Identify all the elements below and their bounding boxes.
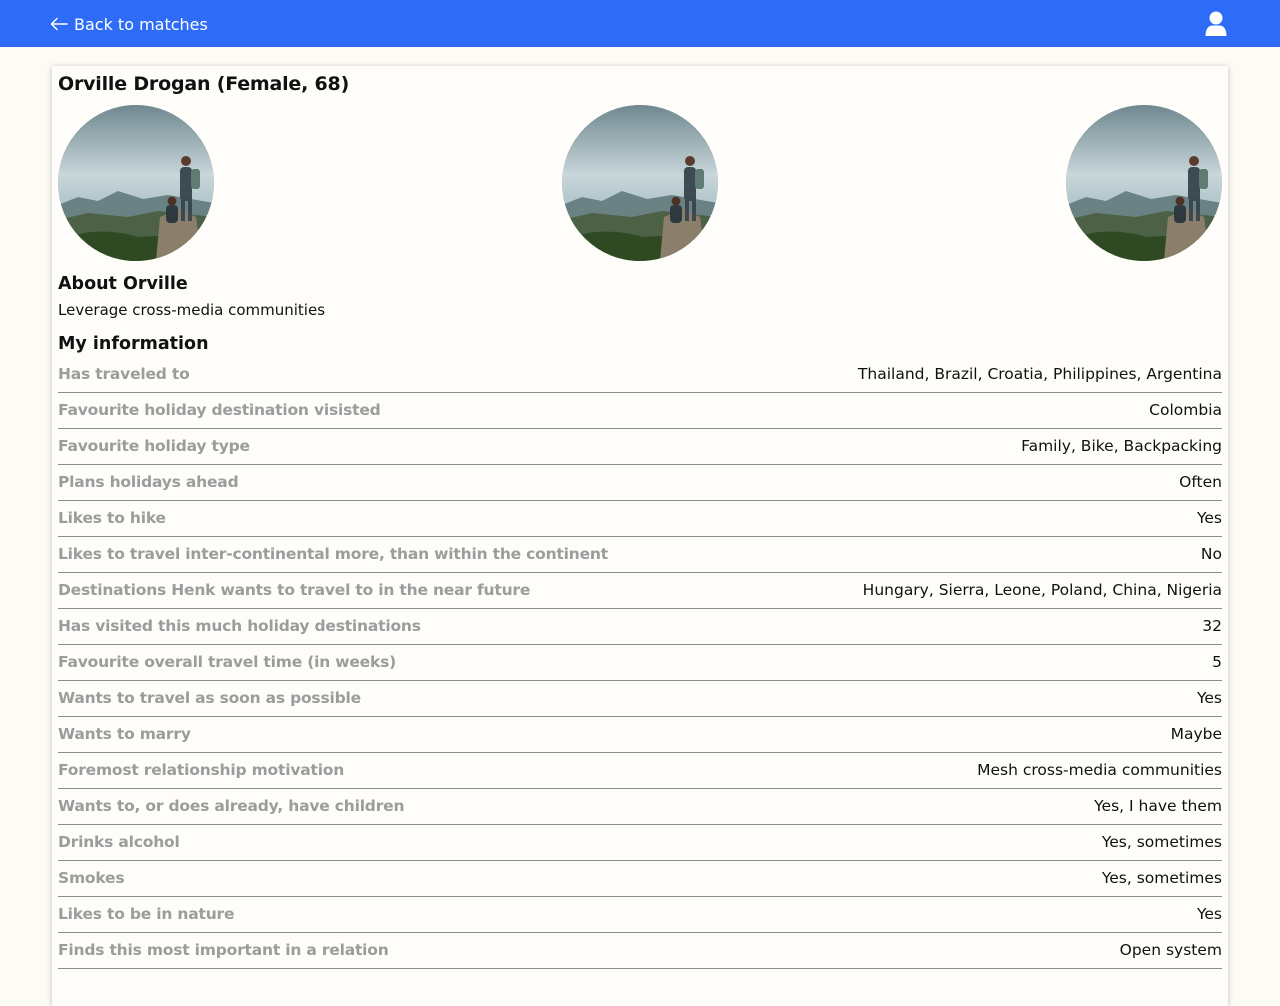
info-value: Thailand, Brazil, Croatia, Philippines, … xyxy=(857,365,1222,383)
info-label: Has visited this much holiday destinatio… xyxy=(58,617,421,635)
info-label: Foremost relationship motivation xyxy=(58,761,345,779)
info-label: Has traveled to xyxy=(58,365,190,383)
info-row: Likes to travel inter-continental more, … xyxy=(58,537,1222,573)
info-row: Wants to travel as soon as possible Yes xyxy=(58,681,1222,717)
info-label: Favourite overall travel time (in weeks) xyxy=(58,653,397,671)
profile-name: Orville Drogan (Female, 68) xyxy=(58,73,350,95)
info-row: Has visited this much holiday destinatio… xyxy=(58,609,1222,645)
profile-photos xyxy=(58,105,1222,261)
info-label: Smokes xyxy=(58,869,125,887)
info-row: Likes to hike Yes xyxy=(58,501,1222,537)
info-row: Favourite holiday type Family, Bike, Back… xyxy=(58,429,1222,465)
info-row: Finds this most important in a relation O… xyxy=(58,933,1222,969)
info-value: Colombia xyxy=(1149,401,1222,419)
info-value: Yes, I have them xyxy=(1094,797,1222,815)
info-label: Favourite holiday destination visisted xyxy=(58,401,381,419)
back-label: Back to matches xyxy=(74,14,208,34)
profile-photo[interactable] xyxy=(562,105,718,261)
info-label: Likes to travel inter-continental more, … xyxy=(58,545,608,563)
info-label: Wants to travel as soon as possible xyxy=(58,689,361,707)
info-row: Wants to marry Maybe xyxy=(58,717,1222,753)
info-value: 32 xyxy=(1202,617,1222,635)
info-row: Wants to, or does already, have children… xyxy=(58,789,1222,825)
info-row: Favourite overall travel time (in weeks)… xyxy=(58,645,1222,681)
info-value: Mesh cross-media communities xyxy=(977,761,1222,779)
info-value: Often xyxy=(1179,473,1222,491)
info-value: Yes, sometimes xyxy=(1101,869,1222,887)
info-value: Yes xyxy=(1196,905,1222,923)
info-value: Open system xyxy=(1119,941,1222,959)
info-label: Drinks alcohol xyxy=(58,833,180,851)
info-label: Destinations Henk wants to travel to in … xyxy=(58,581,531,599)
info-row: Destinations Henk wants to travel to in … xyxy=(58,573,1222,609)
info-value: Yes xyxy=(1196,509,1222,527)
info-value: Family, Bike, Backpacking xyxy=(1021,437,1222,455)
user-icon[interactable] xyxy=(1204,10,1228,38)
arrow-left-icon xyxy=(50,17,68,31)
info-label: Wants to marry xyxy=(58,725,191,743)
top-bar: Back to matches xyxy=(0,0,1280,47)
info-value: Maybe xyxy=(1170,725,1222,743)
info-row: Has traveled to Thailand, Brazil, Croatia… xyxy=(58,357,1222,393)
info-row: Plans holidays ahead Often xyxy=(58,465,1222,501)
profile-card: Orville Drogan (Female, 68) About Orvill… xyxy=(52,66,1228,1006)
info-row: Smokes Yes, sometimes xyxy=(58,861,1222,897)
info-value: Hungary, Sierra, Leone, Poland, China, N… xyxy=(862,581,1222,599)
profile-photo[interactable] xyxy=(1066,105,1222,261)
info-label: Finds this most important in a relation xyxy=(58,941,389,959)
info-row: Likes to be in nature Yes xyxy=(58,897,1222,933)
info-value: 5 xyxy=(1212,653,1222,671)
info-label: Favourite holiday type xyxy=(58,437,250,455)
info-row: Favourite holiday destination visisted Co… xyxy=(58,393,1222,429)
info-row: Drinks alcohol Yes, sometimes xyxy=(58,825,1222,861)
about-title: About Orville xyxy=(58,274,188,294)
info-title: My information xyxy=(58,334,209,354)
profile-photo[interactable] xyxy=(58,105,214,261)
info-row: Foremost relationship motivation Mesh cro… xyxy=(58,753,1222,789)
info-label: Likes to be in nature xyxy=(58,905,235,923)
info-label: Plans holidays ahead xyxy=(58,473,239,491)
info-label: Likes to hike xyxy=(58,509,166,527)
back-to-matches-link[interactable]: Back to matches xyxy=(50,12,208,36)
info-value: No xyxy=(1200,545,1222,563)
info-label: Wants to, or does already, have children xyxy=(58,797,405,815)
info-value: Yes xyxy=(1196,689,1222,707)
info-list: Has traveled to Thailand, Brazil, Croatia… xyxy=(58,357,1222,969)
info-value: Yes, sometimes xyxy=(1101,833,1222,851)
about-text: Leverage cross-media communities xyxy=(58,301,326,319)
